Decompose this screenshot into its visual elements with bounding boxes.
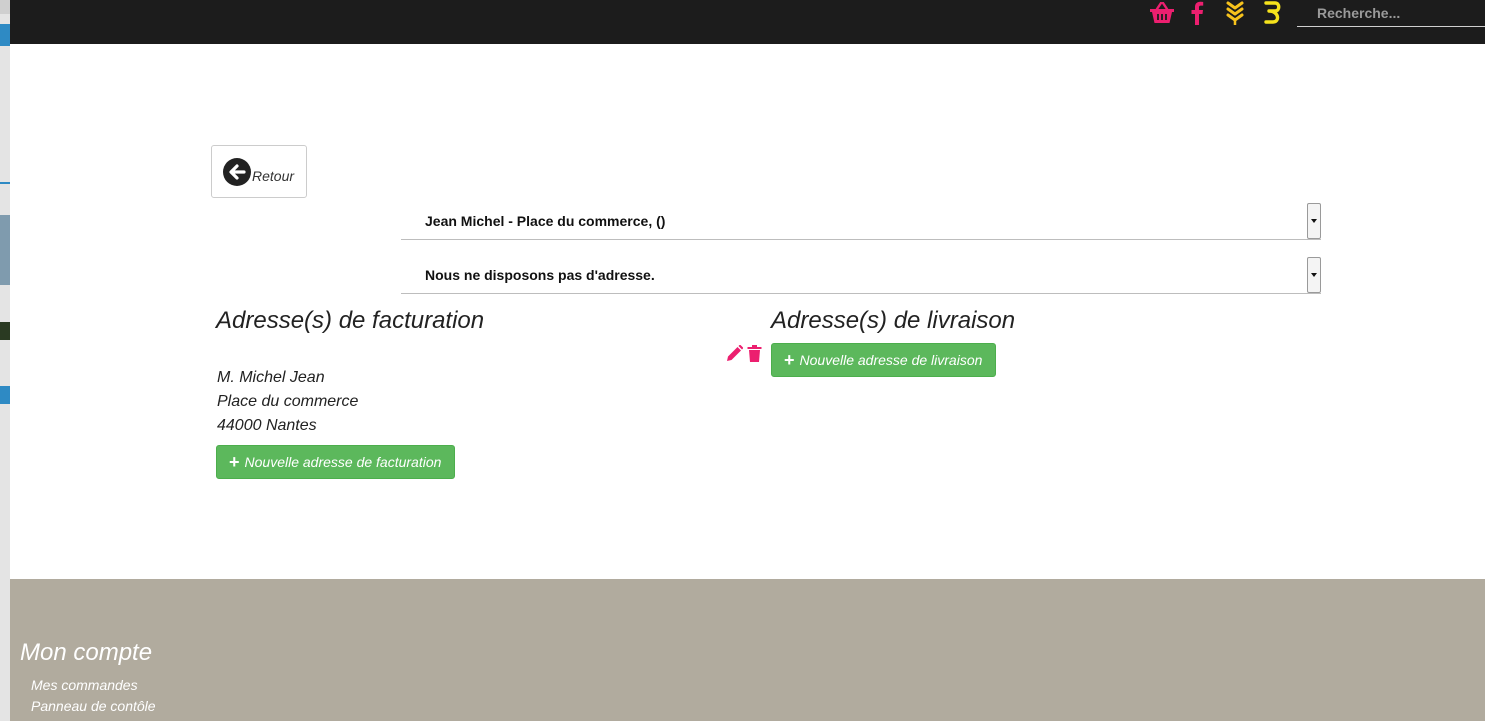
new-shipping-address-button[interactable]: + Nouvelle adresse de livraison — [771, 343, 996, 377]
back-button[interactable]: Retour — [211, 145, 307, 198]
shipping-address-select[interactable]: Nous ne disposons pas d'adresse. — [401, 256, 1321, 294]
new-shipping-address-label: Nouvelle adresse de livraison — [799, 352, 983, 368]
new-billing-address-label: Nouvelle adresse de facturation — [244, 454, 442, 470]
footer-link-orders[interactable]: Mes commandes — [31, 677, 138, 693]
shipping-title: Adresse(s) de livraison — [771, 307, 1016, 334]
billing-address-select[interactable]: Jean Michel - Place du commerce, () — [401, 202, 1321, 240]
footer: Mon compte Mes commandes Panneau de cont… — [10, 579, 1485, 721]
basket-icon[interactable] — [1149, 0, 1175, 26]
new-billing-address-button[interactable]: + Nouvelle adresse de facturation — [216, 445, 455, 479]
shipping-select-value: Nous ne disposons pas d'adresse. — [425, 267, 655, 283]
billing-select-value: Jean Michel - Place du commerce, () — [425, 213, 666, 229]
back-button-label: Retour — [252, 167, 295, 184]
footer-link-control-panel[interactable]: Panneau de contôle — [31, 698, 156, 714]
background-window-strip — [0, 0, 10, 721]
billing-address-name: M. Michel Jean — [217, 369, 325, 386]
chevron-down-icon[interactable] — [1307, 203, 1321, 239]
edit-icon[interactable] — [725, 345, 743, 362]
trash-icon[interactable] — [746, 345, 762, 362]
billing-address-city: 44000 Nantes — [217, 417, 317, 434]
billing-title: Adresse(s) de facturation — [216, 307, 485, 334]
arrow-left-circle-icon — [223, 157, 251, 186]
chevron-down-icon[interactable] — [1307, 257, 1321, 293]
facebook-icon[interactable] — [1189, 0, 1205, 26]
plus-icon: + — [229, 452, 240, 472]
plus-icon: + — [784, 350, 795, 370]
billing-address-street: Place du commerce — [217, 393, 359, 410]
coin-icon[interactable] — [1263, 0, 1283, 26]
wheat-icon[interactable] — [1226, 0, 1244, 26]
footer-title: Mon compte — [20, 639, 153, 666]
search-input[interactable] — [1297, 0, 1485, 27]
